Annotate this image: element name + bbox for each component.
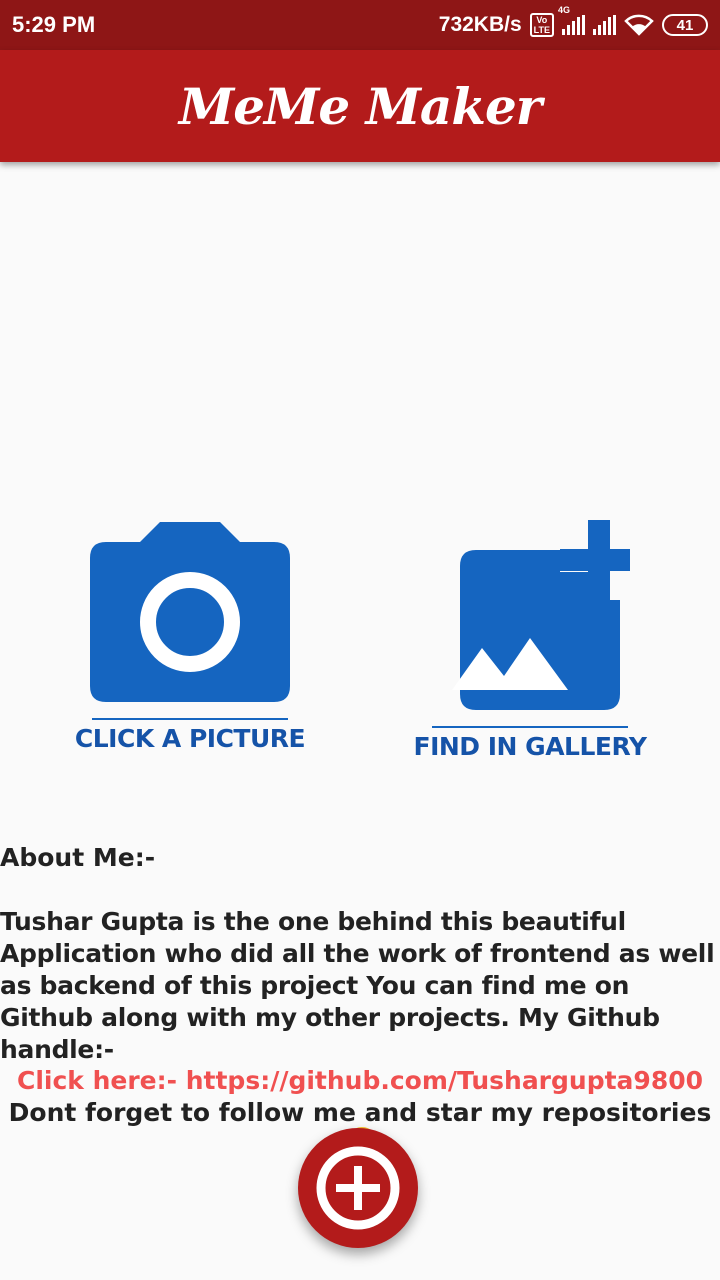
status-indicators: 732KB/s Vo LTE 4G 41 <box>438 5 708 40</box>
follow-text: Dont forget to follow me and star my rep… <box>8 1098 712 1127</box>
add-fab-button[interactable] <box>298 1128 418 1248</box>
camera-icon <box>90 522 290 702</box>
find-in-gallery-label: FIND IN GALLERY <box>413 732 647 761</box>
signal-icon: 4G <box>558 5 585 35</box>
add-photo-icon <box>452 520 630 710</box>
app-bar: MeMe Maker <box>0 50 720 162</box>
about-heading: About Me:- <box>0 843 156 872</box>
click-picture-label: CLICK A PICTURE <box>74 724 306 753</box>
github-link[interactable]: Click here:- https://github.com/Tushargu… <box>0 1066 720 1095</box>
wifi-icon <box>624 14 654 36</box>
add-circle-icon <box>316 1146 400 1230</box>
status-bar: 5:29 PM 732KB/s Vo LTE 4G 41 <box>0 0 720 50</box>
find-in-gallery-button[interactable]: FIND IN GALLERY <box>410 520 650 761</box>
click-picture-button[interactable]: CLICK A PICTURE <box>70 520 310 753</box>
signal-icon-2 <box>593 15 616 35</box>
volte-icon: Vo LTE <box>529 13 554 37</box>
battery-icon: 41 <box>662 14 708 36</box>
about-body: Tushar Gupta is the one behind this beau… <box>0 907 715 1064</box>
status-time: 5:29 PM <box>12 12 96 37</box>
gallery-label-divider <box>432 726 628 728</box>
app-title: MeMe Maker <box>178 76 542 136</box>
about-section: About Me:- Tushar Gupta is the one behin… <box>0 842 720 1066</box>
network-speed: 732KB/s <box>438 13 522 36</box>
network-type: 4G <box>558 5 571 15</box>
camera-label-divider <box>92 718 288 720</box>
